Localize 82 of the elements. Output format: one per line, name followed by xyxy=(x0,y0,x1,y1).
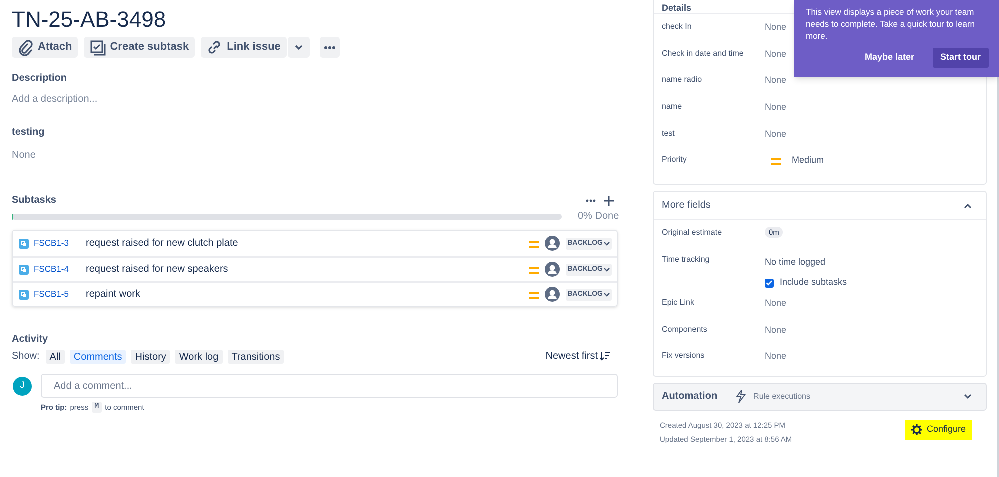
field-value: No time logged xyxy=(765,256,826,269)
filter-tab[interactable]: History xyxy=(131,350,170,364)
configure-button[interactable]: Configure xyxy=(904,420,972,440)
more-button[interactable] xyxy=(320,37,340,58)
field-label: Priority xyxy=(662,154,688,166)
field-label: test xyxy=(662,128,676,140)
sort-button[interactable]: Newest first xyxy=(546,349,610,364)
panel-header[interactable]: More fields xyxy=(654,192,986,220)
field-label: name radio xyxy=(662,74,704,86)
panel-heading: Automation xyxy=(662,390,718,404)
subtask-button[interactable]: Create subtask xyxy=(84,37,196,58)
field-label: Check in date and time xyxy=(662,48,745,60)
tour-button[interactable]: Maybe later xyxy=(856,48,922,68)
progress-label: 0% Done xyxy=(578,210,620,224)
more-button[interactable] xyxy=(586,198,596,202)
field-label: check In xyxy=(662,21,693,33)
subtask-icon xyxy=(19,264,29,274)
checkbox[interactable] xyxy=(765,278,774,288)
filter-tab[interactable]: Comments xyxy=(70,350,126,364)
issue-link[interactable]: FSCB1-4 xyxy=(34,263,86,276)
subtask-summary[interactable]: request raised for new clutch plate xyxy=(86,236,238,251)
field-label: Original estimate xyxy=(662,227,724,240)
checkbox-icon xyxy=(90,40,106,56)
field-value: None xyxy=(12,149,36,163)
subtask-icon xyxy=(19,290,29,300)
comment-field[interactable]: Add a comment... xyxy=(41,374,618,398)
field-label: Fix versions xyxy=(662,350,706,362)
subtask-summary[interactable]: repaint work xyxy=(86,287,140,302)
chevron-down-icon xyxy=(294,44,303,50)
issue-title: TN-25-AB-3498 xyxy=(12,6,166,34)
add-button[interactable] xyxy=(604,196,614,206)
checkbox-label: Include subtasks xyxy=(780,276,848,290)
issue-link[interactable]: FSCB1-3 xyxy=(34,237,86,250)
panel-heading: Details xyxy=(662,3,692,13)
field-value: None xyxy=(765,48,787,61)
link-icon xyxy=(207,40,224,56)
field-label: name xyxy=(662,101,684,114)
description-placeholder[interactable]: Add a description... xyxy=(12,92,98,107)
field-label: Epic Link xyxy=(662,296,696,309)
field-value: None xyxy=(765,74,787,88)
link-button[interactable]: Link issue xyxy=(201,37,287,58)
field-value: None xyxy=(765,128,787,141)
filter-tab[interactable]: Transitions xyxy=(228,350,284,364)
show-label: Show: xyxy=(12,350,40,364)
dropdown-button[interactable] xyxy=(288,37,310,58)
section-heading: Subtasks xyxy=(12,194,56,208)
chevron-down-icon xyxy=(604,292,610,296)
field-value: None xyxy=(765,21,787,34)
tour-text: This view displays a piece of work your team needs to complete. Take a quick tour to learn more. xyxy=(806,6,976,42)
gear-icon xyxy=(910,424,923,436)
avatar-icon xyxy=(544,262,560,277)
lightning-icon xyxy=(736,390,746,404)
section-heading: Activity xyxy=(12,333,48,347)
chevron-down-icon xyxy=(604,268,610,272)
plus-icon xyxy=(604,196,614,206)
field-value: None xyxy=(765,350,787,364)
issue-link[interactable]: FSCB1-5 xyxy=(34,288,86,301)
panel-subtitle: Rule executions xyxy=(754,390,810,403)
section-heading: Description xyxy=(12,72,68,86)
more-icon xyxy=(586,198,596,202)
field-value: Medium xyxy=(792,154,824,168)
avatar-icon xyxy=(544,236,560,251)
paperclip-icon xyxy=(18,40,34,56)
subtask-icon xyxy=(19,238,29,248)
more-icon xyxy=(324,46,336,50)
field-value: None xyxy=(765,324,787,336)
filter-tab[interactable]: All xyxy=(46,350,65,364)
field-value: None xyxy=(765,296,787,310)
sort-icon xyxy=(600,352,610,361)
automation-panel[interactable]: Automation Rule executions xyxy=(653,382,987,411)
avatar-icon xyxy=(544,287,560,302)
field-value: None xyxy=(765,101,787,114)
priority-medium-icon xyxy=(770,155,782,168)
chevron-down-icon xyxy=(604,242,610,246)
field-label: Time tracking xyxy=(662,254,711,266)
field-label: Components xyxy=(662,324,708,336)
tour-button[interactable]: Start tour xyxy=(932,48,989,68)
attach-button[interactable]: Attach xyxy=(12,37,78,58)
avatar: J xyxy=(13,376,32,396)
section-heading: testing xyxy=(12,126,45,140)
subtask-summary[interactable]: request raised for new speakers xyxy=(86,262,228,277)
filter-tab[interactable]: Work log xyxy=(175,350,223,364)
